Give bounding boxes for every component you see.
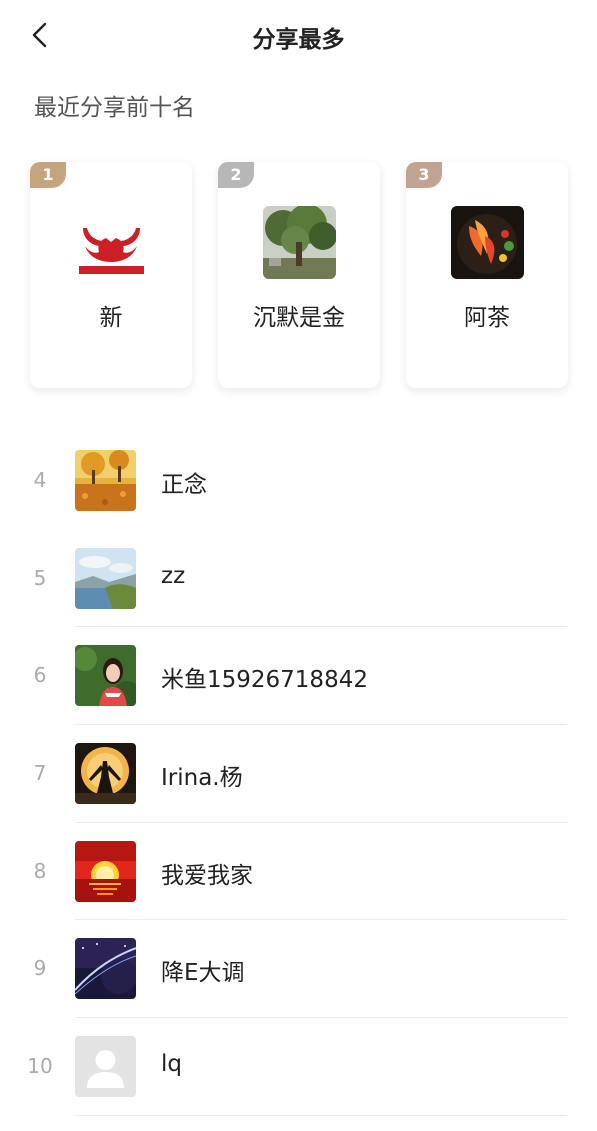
default-user-icon <box>75 1036 136 1098</box>
rank-number: 7 <box>33 761 47 786</box>
rank-number: 6 <box>33 663 47 688</box>
rank-number: 10 <box>27 1054 53 1079</box>
ranking-list: 4 正念 5 zz 6 米鱼15926718842 7 Irina.杨 8 我爱… <box>0 432 597 1116</box>
avatar-lake-landscape <box>75 547 136 609</box>
section-title: 最近分享前十名 <box>34 95 195 121</box>
user-name: 我爱我家 <box>161 862 253 889</box>
page-title: 分享最多 <box>252 27 345 53</box>
user-name: lq <box>161 1051 182 1078</box>
rank-badge: 2 <box>218 162 254 188</box>
user-name: 降E大调 <box>161 960 245 987</box>
user-name: 米鱼15926718842 <box>161 667 368 694</box>
list-item[interactable]: 7 Irina.杨 <box>0 725 597 823</box>
list-item[interactable]: 8 我爱我家 <box>0 823 597 921</box>
rank-number: 9 <box>33 956 47 981</box>
top-card-name: 沉默是金 <box>253 305 345 331</box>
top-card-name: 新 <box>99 305 123 331</box>
avatar-sunset <box>75 840 136 902</box>
top-card-1[interactable]: 1 新 <box>30 162 192 388</box>
top-card-2[interactable]: 2 沉默是金 <box>218 162 380 388</box>
list-item[interactable]: 10 lq <box>0 1018 597 1116</box>
avatar-autumn-leaves <box>75 450 136 511</box>
avatar-woman-portrait <box>75 645 136 707</box>
top-card-name: 阿茶 <box>464 305 510 331</box>
list-item[interactable]: 5 zz <box>0 530 597 628</box>
top-card-3[interactable]: 3 阿茶 <box>406 162 568 388</box>
avatar-tree-photo <box>263 206 336 279</box>
rank-badge: 3 <box>406 162 442 188</box>
top-three-podium: 1 新 2 沉默是金 3 阿茶 <box>0 162 597 390</box>
rank-number: 4 <box>33 468 47 492</box>
rank-number: 8 <box>33 858 47 883</box>
rank-number: 5 <box>33 565 47 590</box>
list-item[interactable]: 4 正念 <box>0 432 597 530</box>
avatar-space-planet <box>75 938 136 1000</box>
user-name: 正念 <box>161 472 207 498</box>
user-name: zz <box>161 562 186 589</box>
divider <box>75 1114 567 1116</box>
rank-badge: 1 <box>30 162 66 188</box>
header: 分享最多 <box>0 0 597 72</box>
list-item[interactable]: 9 降E大调 <box>0 920 597 1019</box>
avatar-red-bull-logo <box>75 206 148 279</box>
list-item[interactable]: 6 米鱼15926718842 <box>0 627 597 726</box>
avatar-phoenix-art <box>451 206 524 279</box>
avatar-moon-silhouette <box>75 743 136 805</box>
user-name: Irina.杨 <box>161 765 243 792</box>
